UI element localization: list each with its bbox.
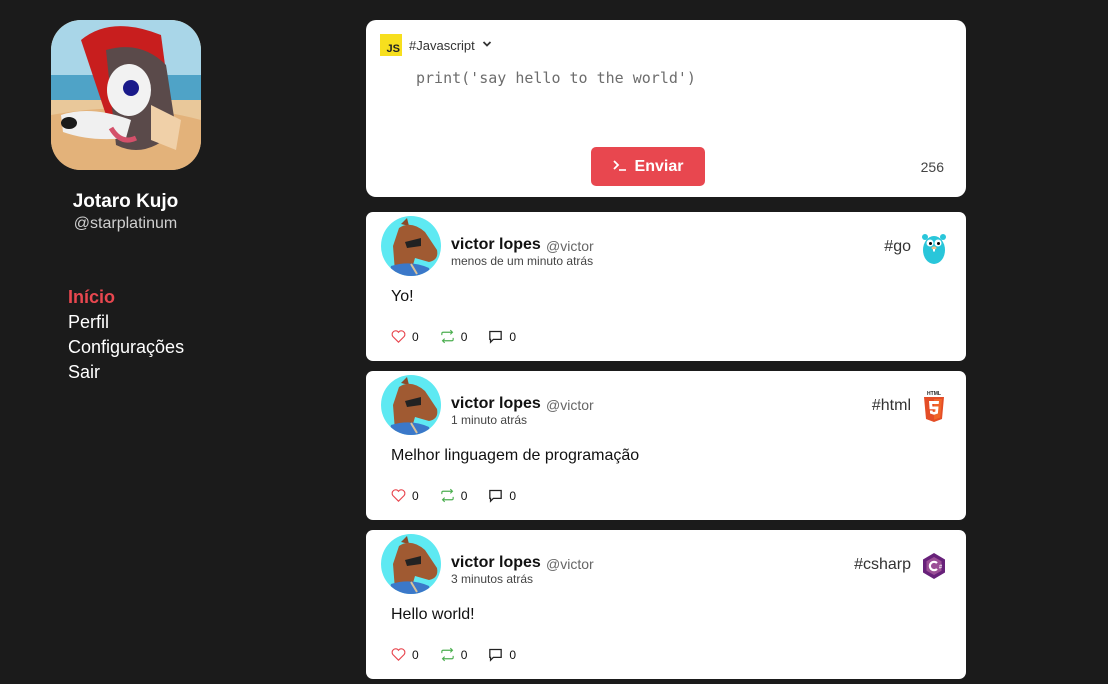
main-nav: Início Perfil Configurações Sair: [68, 285, 184, 385]
repost-icon: [440, 488, 454, 503]
html5-icon: HTML: [920, 389, 948, 425]
repost-count: 0: [460, 647, 468, 662]
nav-item-inicio[interactable]: Início: [68, 285, 184, 310]
send-button[interactable]: Enviar: [591, 147, 705, 186]
avatar[interactable]: [381, 375, 441, 435]
author-name[interactable]: victor lopes: [451, 554, 541, 572]
comment-icon: [489, 489, 503, 503]
post-card: victor lopes @victor menos de um minuto …: [366, 212, 966, 361]
comment-count: 0: [509, 329, 517, 344]
comment-icon: [489, 648, 503, 662]
heart-icon: [391, 330, 406, 343]
post-tag[interactable]: #csharp: [854, 556, 911, 574]
repost-icon: [440, 647, 454, 662]
author-handle[interactable]: @victor: [546, 397, 594, 413]
comment-count: 0: [509, 647, 517, 662]
comment-button[interactable]: 0: [487, 646, 516, 663]
repost-button[interactable]: 0: [439, 646, 468, 663]
like-button[interactable]: 0: [390, 487, 419, 504]
comment-button[interactable]: 0: [487, 328, 516, 345]
heart-icon: [391, 648, 406, 661]
post-tag[interactable]: #go: [884, 238, 911, 256]
author-handle[interactable]: @victor: [546, 238, 594, 254]
send-label: Enviar: [634, 157, 684, 175]
post-time: menos de um minuto atrás: [451, 254, 594, 268]
go-gopher-icon: [920, 230, 948, 266]
repost-button[interactable]: 0: [439, 487, 468, 504]
repost-count: 0: [460, 488, 468, 503]
sidebar: Jotaro Kujo @starplatinum Início Perfil …: [0, 0, 250, 684]
csharp-icon: #: [920, 548, 948, 584]
post-card: victor lopes @victor 3 minutos atrás #cs…: [366, 530, 966, 679]
nav-item-perfil[interactable]: Perfil: [68, 310, 184, 335]
char-counter: 256: [920, 159, 944, 175]
svg-text:HTML: HTML: [927, 391, 941, 397]
post-actions: 0 0 0: [390, 646, 516, 663]
profile-avatar[interactable]: [51, 20, 201, 170]
post-time: 3 minutos atrás: [451, 572, 534, 586]
avatar[interactable]: [381, 534, 441, 594]
post-body: Melhor linguagem de programação: [391, 447, 640, 464]
comment-button[interactable]: 0: [487, 487, 516, 504]
like-button[interactable]: 0: [390, 646, 419, 663]
profile-name: Jotaro Kujo: [72, 191, 179, 212]
repost-count: 0: [460, 329, 468, 344]
heart-icon: [391, 489, 406, 502]
author-name[interactable]: victor lopes: [451, 236, 541, 254]
profile-handle: @starplatinum: [73, 215, 178, 232]
repost-icon: [440, 329, 454, 344]
language-selector[interactable]: JS #Javascript: [380, 34, 492, 56]
like-count: 0: [412, 488, 419, 503]
terminal-icon: [612, 159, 627, 175]
chevron-down-icon: [482, 39, 492, 52]
like-count: 0: [412, 647, 419, 662]
nav-item-sair[interactable]: Sair: [68, 360, 184, 385]
post-tag[interactable]: #html: [872, 397, 911, 415]
repost-button[interactable]: 0: [439, 328, 468, 345]
like-button[interactable]: 0: [390, 328, 419, 345]
post-actions: 0 0 0: [390, 487, 516, 504]
post-body: Hello world!: [391, 606, 475, 623]
post-actions: 0 0 0: [390, 328, 516, 345]
post-card: victor lopes @victor 1 minuto atrás #htm…: [366, 371, 966, 520]
author-name[interactable]: victor lopes: [451, 395, 541, 413]
language-label: #Javascript: [409, 37, 475, 53]
post-composer: JS #Javascript print('say hello to the w…: [366, 20, 966, 197]
javascript-icon: JS: [380, 34, 402, 56]
avatar[interactable]: [381, 216, 441, 276]
like-count: 0: [412, 329, 419, 344]
nav-item-configuracoes[interactable]: Configurações: [68, 335, 184, 360]
comment-icon: [489, 330, 503, 344]
author-handle[interactable]: @victor: [546, 556, 594, 572]
svg-text:#: #: [939, 565, 942, 571]
post-time: 1 minuto atrás: [451, 413, 528, 427]
comment-count: 0: [509, 488, 517, 503]
post-body: Yo!: [391, 288, 414, 305]
code-input[interactable]: print('say hello to the world'): [416, 69, 696, 87]
